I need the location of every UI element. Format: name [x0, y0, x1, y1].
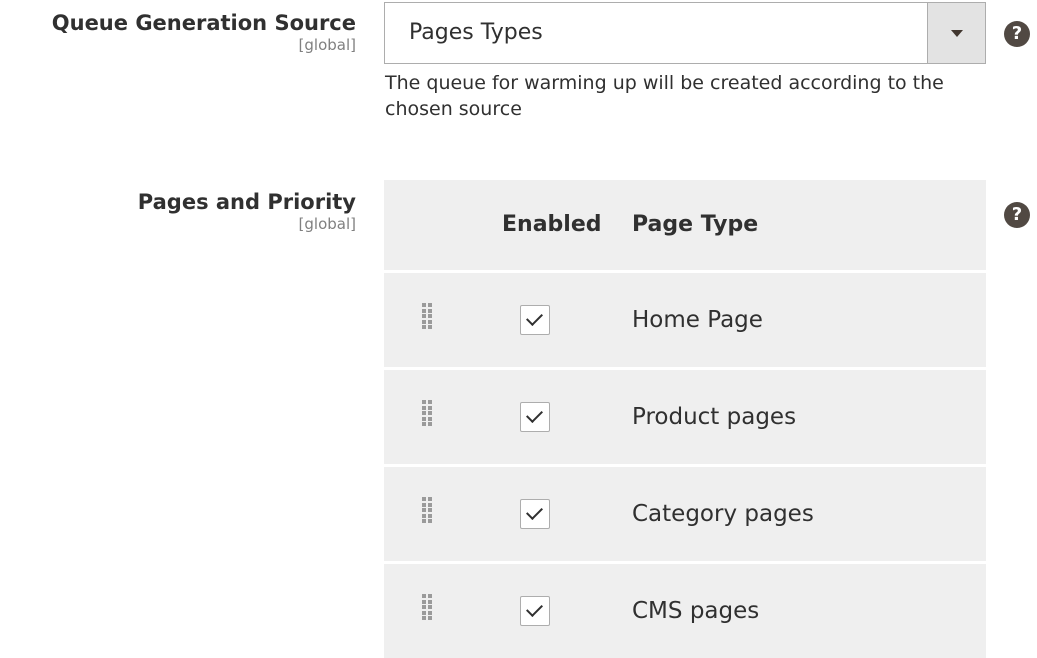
drag-handle-icon[interactable] — [422, 400, 433, 426]
enabled-checkbox[interactable] — [520, 402, 550, 432]
queue-source-label-group: Queue Generation Source [global] — [52, 10, 356, 54]
pages-priority-scope: [global] — [298, 215, 356, 233]
queue-source-scope: [global] — [298, 36, 356, 54]
table-row: Product pages — [384, 367, 986, 464]
help-icon[interactable]: ? — [1004, 21, 1030, 47]
queue-source-label: Queue Generation Source — [51, 11, 356, 35]
queue-source-note: The queue for warming up will be created… — [385, 72, 944, 120]
queue-source-selected-value: Pages Types — [409, 20, 543, 45]
enabled-checkbox[interactable] — [520, 499, 550, 529]
queue-source-select[interactable]: Pages Types — [384, 2, 986, 64]
pages-priority-label-group: Pages and Priority [global] — [138, 189, 356, 233]
page-type-label: CMS pages — [632, 598, 760, 624]
page-type-label: Home Page — [632, 307, 763, 333]
grid-header: Enabled Page Type — [384, 180, 986, 270]
column-header-page-type: Page Type — [632, 212, 759, 237]
table-row: CMS pages — [384, 561, 986, 658]
drag-handle-icon[interactable] — [422, 594, 433, 620]
page-type-label: Category pages — [632, 501, 814, 527]
enabled-checkbox[interactable] — [520, 305, 550, 335]
table-row: Category pages — [384, 464, 986, 561]
drag-handle-icon[interactable] — [422, 497, 433, 523]
pages-priority-label: Pages and Priority — [137, 190, 356, 214]
page-type-label: Product pages — [632, 404, 797, 430]
help-icon[interactable]: ? — [1004, 202, 1030, 228]
drag-handle-icon[interactable] — [422, 303, 433, 329]
grid-body: Home Page Product pages Category pages CMS … — [384, 270, 986, 658]
chevron-down-icon[interactable] — [927, 3, 985, 63]
enabled-checkbox[interactable] — [520, 596, 550, 626]
table-row: Home Page — [384, 270, 986, 367]
pages-priority-grid: Enabled Page Type Home Page Product pages… — [384, 180, 986, 658]
column-header-enabled: Enabled — [502, 212, 602, 237]
